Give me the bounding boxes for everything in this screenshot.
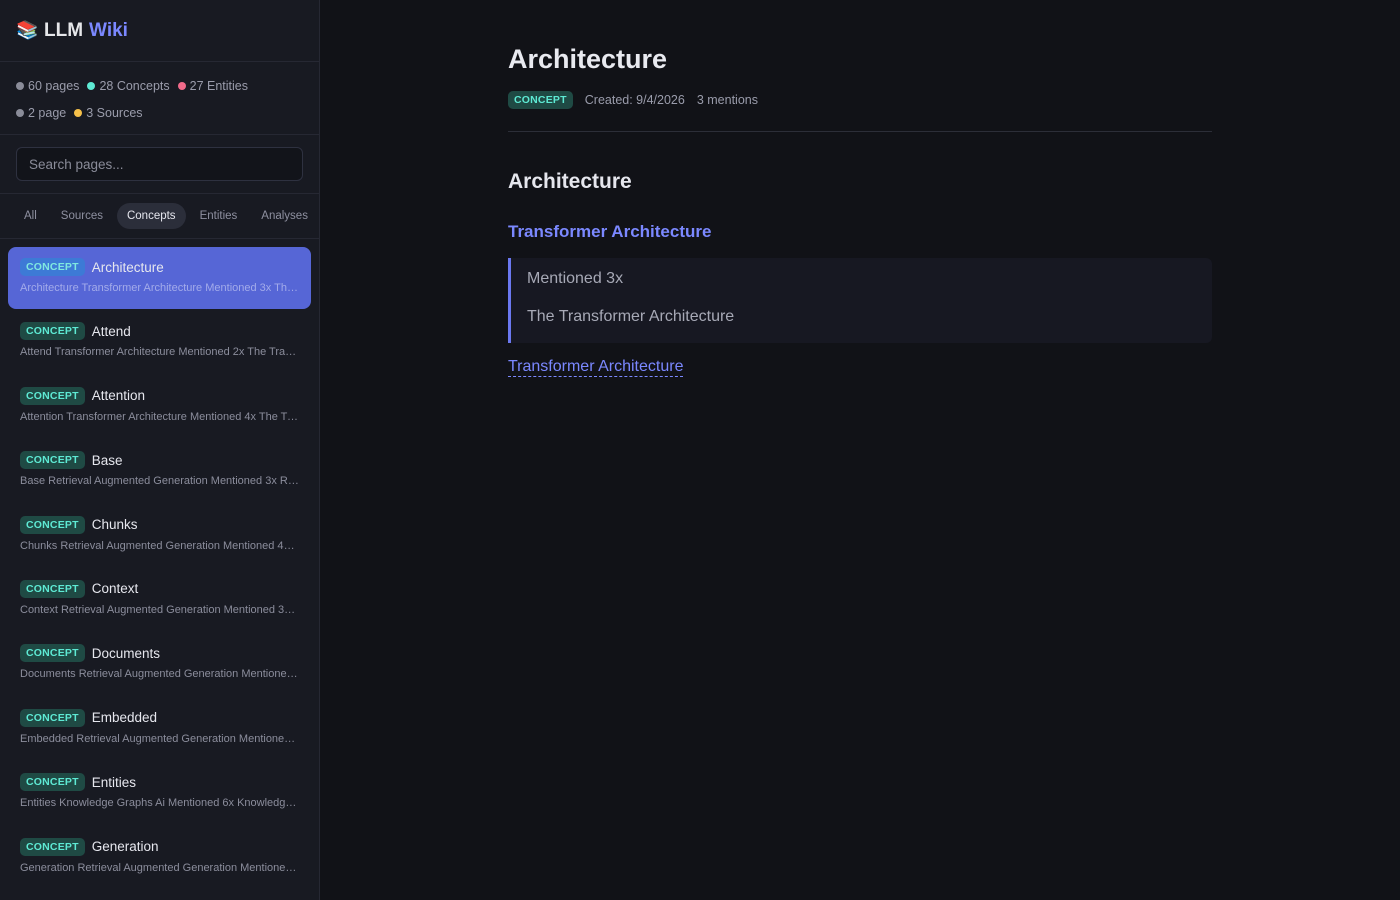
list-item[interactable]: CONCEPT Attend Attend Transformer Architec…	[8, 311, 311, 373]
stat-dot-icon	[16, 81, 24, 90]
list-item-header: CONCEPT Architecture	[20, 258, 299, 276]
list-item-title: Chunks	[91, 517, 138, 533]
list-item-snippet: Attend Transformer Architecture Mentione…	[20, 346, 299, 359]
search-container	[0, 135, 319, 194]
list-item-title: Context	[91, 581, 139, 597]
list-item[interactable]: CONCEPT Documents Documents Retrieval Augm…	[8, 633, 311, 695]
list-item-snippet: Embedded Retrieval Augmented Generation …	[20, 732, 299, 745]
stat-dot-icon	[16, 108, 24, 117]
stat-dot-icon	[87, 81, 96, 90]
list-item-snippet: Architecture Transformer Architecture Me…	[20, 282, 299, 294]
wiki-link[interactable]: Transformer Architecture	[508, 358, 684, 377]
list-item[interactable]: CONCEPT Context Context Retrieval Augmente…	[8, 569, 311, 631]
type-badge: CONCEPT	[508, 91, 573, 109]
stat-label: 28 Concepts	[99, 78, 170, 93]
list-item-header: CONCEPT Embedded	[20, 708, 299, 727]
list-item-snippet: Attention Transformer Architecture Menti…	[20, 410, 299, 423]
list-item[interactable]: CONCEPT Generation Generation Retrieval Au…	[8, 827, 311, 889]
article: Architecture CONCEPT Created: 9/4/2026 3…	[508, 44, 1212, 377]
page-meta: CONCEPT Created: 9/4/2026 3 mentions	[508, 91, 1212, 132]
quote-line: The Transformer Architecture	[527, 308, 735, 325]
list-item-header: CONCEPT Context	[20, 579, 299, 598]
type-badge: CONCEPT	[20, 386, 85, 405]
stat-label: 27 Entities	[189, 78, 248, 93]
tab-all[interactable]: All	[14, 203, 47, 229]
list-item-snippet: Generation Retrieval Augmented Generatio…	[20, 861, 299, 874]
tab-concepts[interactable]: Concepts	[116, 203, 186, 229]
list-item-title: Attend	[91, 323, 131, 339]
list-item-title: Attention	[91, 388, 146, 404]
list-item-title: Architecture	[91, 259, 164, 275]
stat-item: 60 pages	[16, 72, 79, 99]
stat-dot-icon	[177, 81, 186, 90]
article-subheading: Transformer Architecture	[508, 222, 712, 241]
stat-label: 3 Sources	[86, 105, 143, 120]
list-item-title: Base	[91, 452, 123, 468]
stat-item: 27 Entities	[177, 72, 248, 99]
brand-accent: Wiki	[89, 19, 128, 41]
filter-tabs: All Sources Concepts Entities Analyses	[0, 194, 319, 239]
stat-item: 3 Sources	[74, 99, 143, 126]
list-item[interactable]: CONCEPT Entities Entities Knowledge Graphs…	[8, 762, 311, 824]
type-badge: CONCEPT	[20, 708, 85, 727]
type-badge: CONCEPT	[20, 837, 85, 856]
type-badge: CONCEPT	[20, 515, 85, 534]
tab-entities[interactable]: Entities	[190, 203, 248, 229]
type-badge: CONCEPT	[20, 773, 85, 792]
brand: 📚 LLM Wiki	[0, 0, 319, 62]
list-item-title: Entities	[91, 774, 137, 790]
list-item-header: CONCEPT Base	[20, 451, 299, 470]
list-item[interactable]: CONCEPT Embedded Embedded Retrieval Augmen…	[8, 698, 311, 760]
quote-line: Mentioned 3x	[527, 270, 624, 287]
type-badge: CONCEPT	[20, 451, 85, 470]
books-icon: 📚	[16, 20, 39, 40]
brand-name: LLM	[44, 19, 84, 41]
list-item-header: CONCEPT Entities	[20, 773, 299, 792]
type-badge: CONCEPT	[20, 579, 85, 598]
page-list: CONCEPT Architecture Architecture Transfor…	[0, 239, 319, 897]
type-badge: CONCEPT	[20, 322, 85, 341]
stat-label: 60 pages	[28, 78, 80, 93]
list-item[interactable]: CONCEPT Attention Attention Transformer Ar…	[8, 376, 311, 438]
article-heading: Architecture	[508, 170, 632, 193]
app-root: 📚 LLM Wiki 60 pages 28 Concepts 27 Entitie…	[0, 0, 1400, 900]
blockquote: Mentioned 3x The Transformer Architectur…	[508, 258, 1212, 343]
list-item-header: CONCEPT Generation	[20, 837, 299, 856]
list-item[interactable]: CONCEPT Architecture Architecture Transfor…	[8, 247, 311, 309]
mention-count: 3 mentions	[696, 93, 758, 107]
stat-item: 28 Concepts	[87, 72, 170, 99]
sidebar: 📚 LLM Wiki 60 pages 28 Concepts 27 Entitie…	[0, 0, 320, 900]
stat-item: 2 page	[16, 99, 66, 126]
type-badge: CONCEPT	[20, 258, 85, 276]
stat-dot-icon	[74, 108, 83, 117]
tab-analyses[interactable]: Analyses	[251, 203, 318, 229]
tab-sources[interactable]: Sources	[51, 203, 113, 229]
stats-bar: 60 pages 28 Concepts 27 Entities 2 page 3 So…	[0, 62, 319, 135]
list-item-title: Documents	[91, 645, 161, 661]
created-date: Created: 9/4/2026	[584, 93, 685, 107]
list-item-header: CONCEPT Attention	[20, 386, 299, 405]
list-item-snippet: Context Retrieval Augmented Generation M…	[20, 603, 299, 616]
main-content: Architecture CONCEPT Created: 9/4/2026 3…	[320, 0, 1400, 900]
list-item-snippet: Base Retrieval Augmented Generation Ment…	[20, 475, 299, 488]
page-title: Architecture	[508, 44, 668, 74]
list-item-snippet: Entities Knowledge Graphs Ai Mentioned 6…	[20, 797, 299, 810]
list-item-header: CONCEPT Attend	[20, 322, 299, 341]
stat-label: 2 page	[28, 105, 67, 120]
list-item-title: Embedded	[91, 710, 158, 726]
type-badge: CONCEPT	[20, 644, 85, 663]
list-item[interactable]: CONCEPT Chunks Chunks Retrieval Augmented …	[8, 505, 311, 567]
list-item-header: CONCEPT Documents	[20, 644, 299, 663]
list-item-snippet: Documents Retrieval Augmented Generation…	[20, 668, 299, 681]
search-input[interactable]	[16, 147, 303, 181]
list-item-snippet: Chunks Retrieval Augmented Generation Me…	[20, 539, 299, 552]
list-item[interactable]: CONCEPT Base Base Retrieval Augmented Gene…	[8, 440, 311, 502]
list-item-header: CONCEPT Chunks	[20, 515, 299, 534]
list-item-title: Generation	[91, 839, 159, 855]
